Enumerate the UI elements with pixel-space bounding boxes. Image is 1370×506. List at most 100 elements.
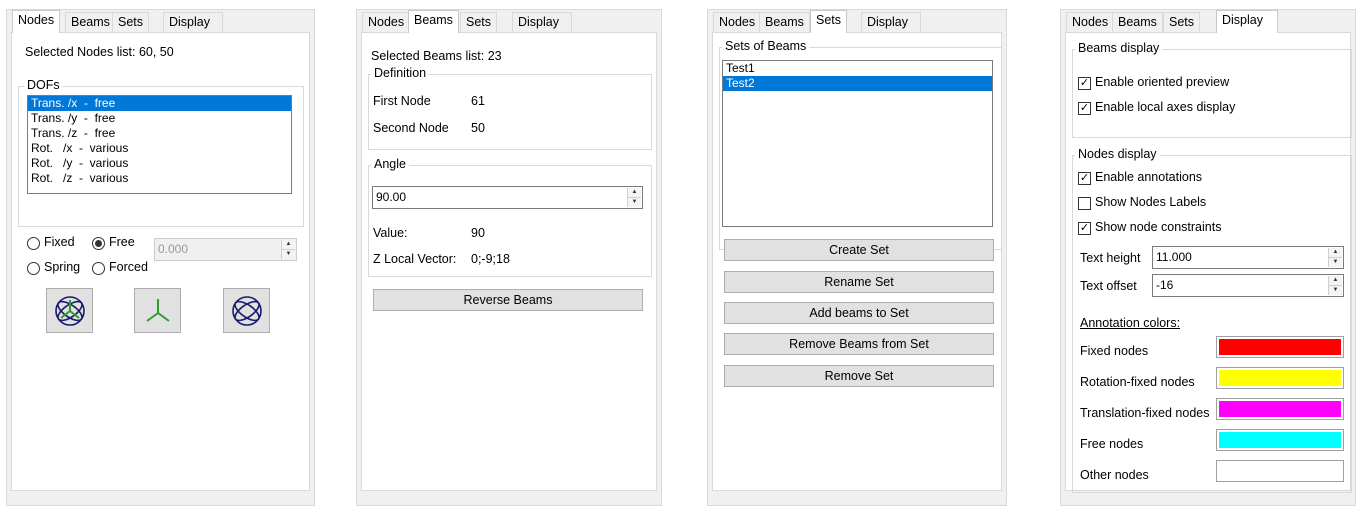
rotation-gizmo-icon: [55, 296, 85, 326]
list-item[interactable]: Trans. /y - free: [28, 111, 291, 126]
definition-title: Definition: [371, 66, 430, 80]
dofs-list[interactable]: Trans. /x - free Trans. /y - free Trans.…: [27, 95, 292, 194]
angle-input[interactable]: 90.00 ▲ ▼: [372, 186, 643, 209]
add-beams-to-set-button[interactable]: Add beams to Set: [724, 302, 994, 324]
fixed-nodes-color-fill: [1219, 339, 1341, 355]
tab-beams[interactable]: Beams: [65, 12, 116, 32]
enable-oriented-preview-label: Enable oriented preview: [1095, 75, 1230, 89]
other-nodes-color-swatch[interactable]: [1216, 460, 1344, 482]
list-item[interactable]: Trans. /z - free: [28, 126, 291, 141]
sets-of-beams-title: Sets of Beams: [722, 39, 810, 53]
tab-nodes[interactable]: Nodes: [713, 12, 762, 32]
tab-nodes[interactable]: Nodes: [1066, 12, 1115, 32]
free-nodes-label: Free nodes: [1080, 437, 1144, 451]
text-height-spinner[interactable]: ▲ ▼: [1328, 248, 1342, 267]
angle-title: Angle: [371, 157, 409, 171]
rotation-fixed-nodes-color-fill: [1219, 370, 1341, 386]
tab-display[interactable]: Display: [163, 12, 223, 32]
dof-value-text: 0.000: [158, 242, 189, 256]
translation-fixed-nodes-color-swatch[interactable]: [1216, 398, 1344, 420]
rotation-orbit-icon: [232, 296, 262, 326]
z-local-vector-label: Z Local Vector:: [373, 252, 457, 266]
remove-set-button[interactable]: Remove Set: [724, 365, 994, 387]
tab-sets[interactable]: Sets: [460, 12, 498, 32]
second-node-value: 50: [471, 121, 485, 135]
enable-local-axes-label: Enable local axes display: [1095, 100, 1236, 114]
text-offset-spinner[interactable]: ▲ ▼: [1328, 276, 1342, 295]
free-radio[interactable]: [92, 237, 105, 250]
text-height-input[interactable]: 11.000 ▲ ▼: [1152, 246, 1344, 269]
selected-beams-label: Selected Beams list: 23: [371, 49, 502, 63]
list-item[interactable]: Trans. /x - free: [28, 96, 291, 111]
dofs-title: DOFs: [24, 78, 63, 92]
text-offset-label: Text offset: [1080, 279, 1137, 293]
show-node-constraints-label: Show node constraints: [1095, 220, 1222, 234]
tab-sets[interactable]: Sets: [1163, 12, 1201, 32]
nodes-display-title: Nodes display: [1075, 147, 1160, 161]
definition-group: Definition: [368, 66, 652, 150]
dof-value-input[interactable]: 0.000 ▲ ▼: [154, 238, 297, 261]
enable-local-axes-checkbox[interactable]: ✓: [1078, 102, 1091, 115]
nodes-panel: Nodes Beams Sets Display Selected Nodes …: [6, 9, 315, 506]
sets-list[interactable]: Test1 Test2: [722, 60, 993, 227]
beams-tab-page: Selected Beams list: 23 Definition First…: [361, 32, 657, 491]
free-nodes-color-swatch[interactable]: [1216, 429, 1344, 451]
tab-display[interactable]: Display: [1216, 10, 1278, 33]
tab-nodes[interactable]: Nodes: [362, 12, 411, 32]
axes-triad-button[interactable]: [134, 288, 181, 333]
tab-display[interactable]: Display: [512, 12, 572, 32]
list-item[interactable]: Test2: [723, 76, 992, 91]
value-value: 90: [471, 226, 485, 240]
beams-panel: Nodes Beams Sets Display Selected Beams …: [356, 9, 662, 506]
fixed-nodes-label: Fixed nodes: [1080, 344, 1149, 358]
z-local-vector-value: 0;-9;18: [471, 252, 510, 266]
list-item[interactable]: Rot. /x - various: [28, 141, 291, 156]
tab-beams[interactable]: Beams: [1112, 12, 1163, 32]
fixed-radio[interactable]: [27, 237, 40, 250]
free-radio-label: Free: [109, 235, 135, 249]
rotation-gizmo-button[interactable]: [46, 288, 93, 333]
spring-radio-label: Spring: [44, 260, 81, 274]
tab-sets[interactable]: Sets: [810, 10, 848, 33]
text-height-value: 11.000: [1156, 250, 1192, 264]
list-item[interactable]: Rot. /y - various: [28, 156, 291, 171]
tab-beams[interactable]: Beams: [759, 12, 810, 32]
nodes-tab-page: Selected Nodes list: 60, 50 DOFs Trans. …: [11, 32, 310, 491]
text-height-label: Text height: [1080, 251, 1141, 265]
tab-beams[interactable]: Beams: [408, 10, 459, 33]
show-nodes-labels-checkbox[interactable]: [1078, 197, 1091, 210]
rotation-fixed-nodes-color-swatch[interactable]: [1216, 367, 1344, 389]
other-nodes-label: Other nodes: [1080, 468, 1149, 482]
angle-spinner[interactable]: ▲ ▼: [627, 188, 641, 207]
first-node-value: 61: [471, 94, 485, 108]
first-node-label: First Node: [373, 94, 431, 108]
dof-value-spinner[interactable]: ▲ ▼: [281, 240, 295, 259]
free-nodes-color-fill: [1219, 432, 1341, 448]
value-label: Value:: [373, 226, 408, 240]
tab-display[interactable]: Display: [861, 12, 921, 32]
list-item[interactable]: Test1: [723, 61, 992, 76]
translation-fixed-nodes-color-fill: [1219, 401, 1341, 417]
show-node-constraints-checkbox[interactable]: ✓: [1078, 222, 1091, 235]
fixed-nodes-color-swatch[interactable]: [1216, 336, 1344, 358]
rotation-orbit-button[interactable]: [223, 288, 270, 333]
list-item[interactable]: Rot. /z - various: [28, 171, 291, 186]
reverse-beams-button[interactable]: Reverse Beams: [373, 289, 643, 311]
create-set-button[interactable]: Create Set: [724, 239, 994, 261]
selected-nodes-label: Selected Nodes list: 60, 50: [25, 45, 174, 59]
forced-radio[interactable]: [92, 262, 105, 275]
display-panel: Nodes Beams Sets Display Beams display ✓…: [1060, 9, 1356, 506]
enable-oriented-preview-checkbox[interactable]: ✓: [1078, 77, 1091, 90]
text-offset-input[interactable]: -16 ▲ ▼: [1152, 274, 1344, 297]
forced-radio-label: Forced: [109, 260, 148, 274]
spring-radio[interactable]: [27, 262, 40, 275]
enable-annotations-checkbox[interactable]: ✓: [1078, 172, 1091, 185]
other-nodes-color-fill: [1219, 463, 1341, 479]
annotation-colors-label: Annotation colors:: [1080, 316, 1181, 330]
tab-sets[interactable]: Sets: [112, 12, 150, 32]
tab-nodes[interactable]: Nodes: [12, 10, 61, 33]
text-offset-value: -16: [1156, 278, 1174, 292]
remove-beams-from-set-button[interactable]: Remove Beams from Set: [724, 333, 994, 355]
rename-set-button[interactable]: Rename Set: [724, 271, 994, 293]
fixed-radio-label: Fixed: [44, 235, 75, 249]
